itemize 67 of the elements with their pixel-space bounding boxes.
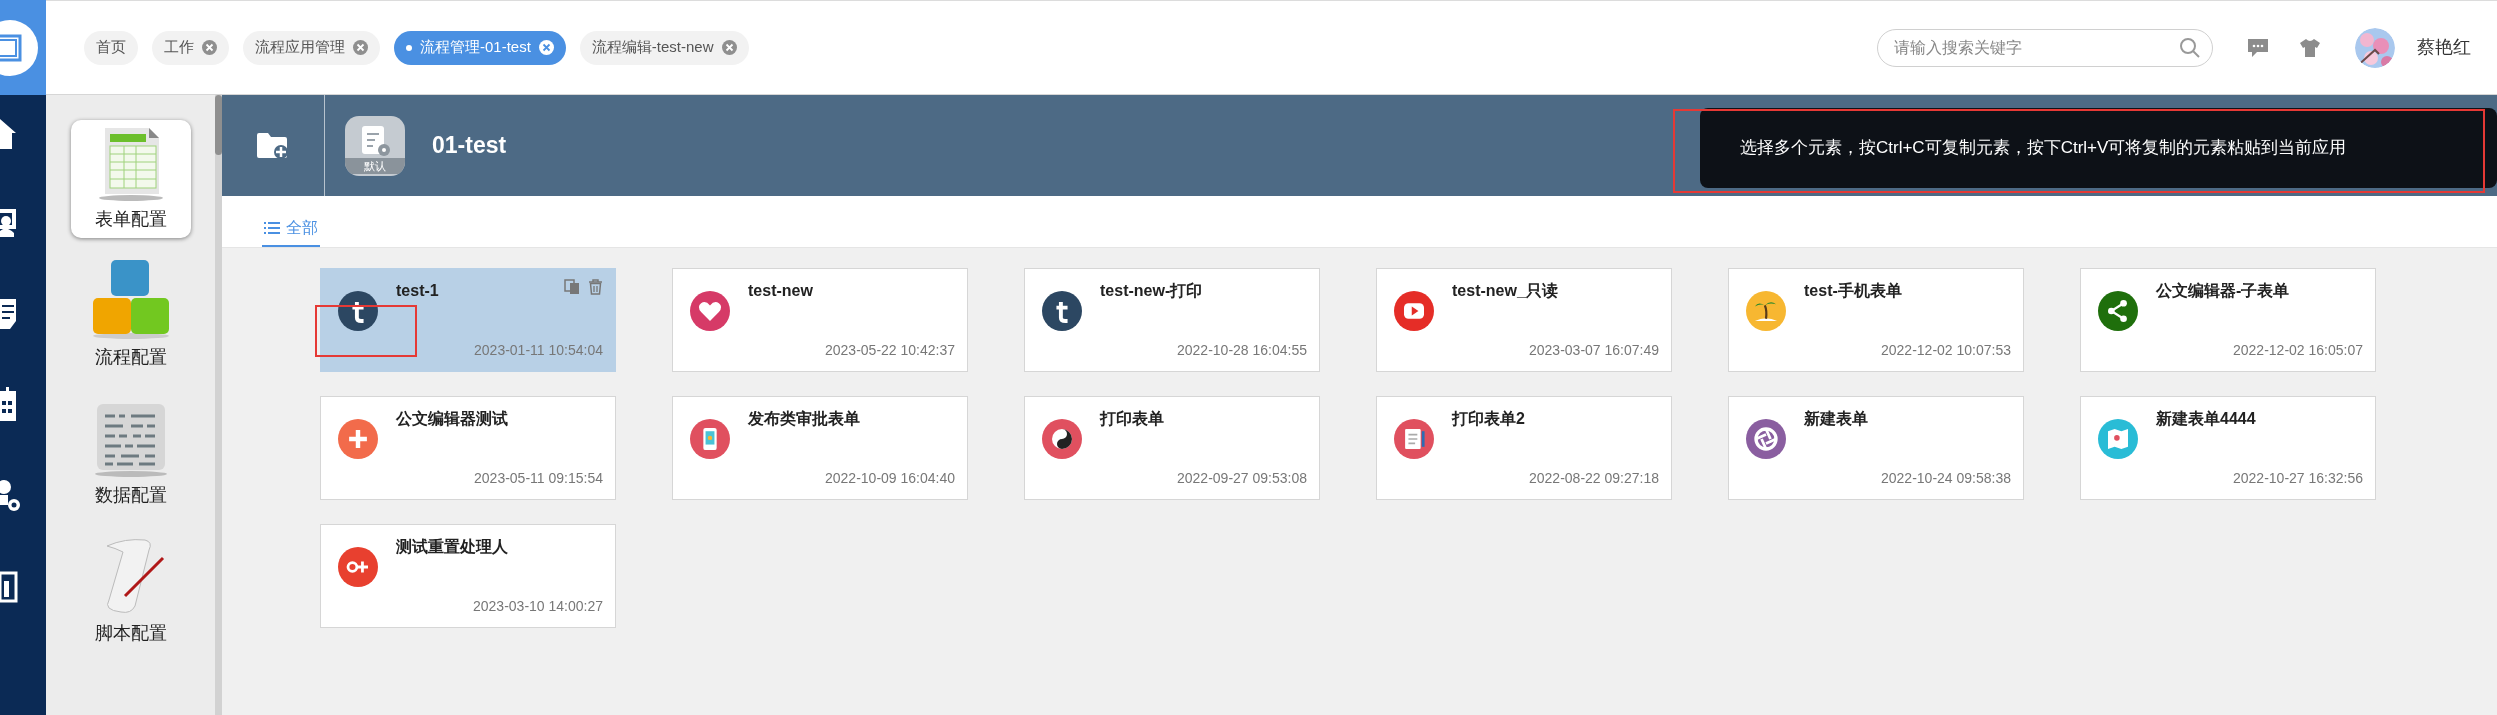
sidebar-item[interactable]: 脚本配置	[70, 534, 191, 652]
card-time: 2022-10-09 16:04:40	[825, 469, 955, 488]
card-time: 2022-10-28 16:04:55	[1177, 341, 1307, 360]
card-time: 2023-01-11 10:54:04	[474, 341, 603, 360]
card-title: 打印表单2	[1452, 409, 1525, 429]
chat-icon[interactable]	[2247, 37, 2269, 58]
form-card[interactable]: 打印表单2 2022-08-22 09:27:18	[1376, 396, 1672, 500]
form-card[interactable]: test-new_只读 2023-03-07 16:07:49	[1376, 268, 1672, 372]
card-title: test-new_只读	[1452, 281, 1558, 301]
page-tab[interactable]: 流程编辑-test-new	[579, 30, 749, 65]
form-card[interactable]: 公文编辑器-子表单 2022-12-02 16:05:07	[2080, 268, 2376, 372]
card-time: 2022-10-27 16:32:56	[2233, 469, 2363, 488]
sidebar-item[interactable]: 数据配置	[70, 396, 191, 514]
card-time: 2022-09-27 09:53:08	[1177, 469, 1307, 488]
form-card[interactable]: 发布类审批表单 2022-10-09 16:04:40	[672, 396, 968, 500]
card-title: 测试重置处理人	[396, 537, 508, 557]
card-title: test-手机表单	[1804, 281, 1902, 301]
close-icon[interactable]	[721, 40, 737, 55]
user-settings-icon[interactable]	[0, 479, 22, 513]
form-card[interactable]: test-new 2023-05-22 10:42:37	[672, 268, 968, 372]
page-tab[interactable]: 工作	[152, 30, 229, 65]
window-icon[interactable]	[0, 571, 20, 603]
form-card[interactable]: 新建表单4444 2022-10-27 16:32:56	[2080, 396, 2376, 500]
trash-icon[interactable]	[588, 279, 603, 295]
form-card[interactable]: 公文编辑器测试 2023-05-11 09:15:54	[320, 396, 616, 500]
search-icon[interactable]	[2179, 36, 2201, 59]
card-time: 2022-10-24 09:58:38	[1881, 469, 2011, 488]
blocks-icon	[90, 258, 171, 340]
default-label: 默认	[345, 157, 405, 174]
add-folder-icon[interactable]	[257, 131, 289, 160]
sidebar-item[interactable]: 表单配置	[70, 120, 191, 238]
list-icon	[264, 221, 280, 235]
form-card[interactable]: test-new-打印 2022-10-28 16:04:55	[1024, 268, 1320, 372]
app-title: 01-test	[432, 131, 507, 161]
card-title: test-new	[748, 281, 813, 301]
card-time: 2023-05-22 10:42:37	[825, 341, 955, 360]
card-time: 2022-12-02 10:07:53	[1881, 341, 2011, 360]
form-card[interactable]: 测试重置处理人 2023-03-10 14:00:27	[320, 524, 616, 628]
close-icon[interactable]	[202, 40, 217, 55]
card-title: test-new-打印	[1100, 281, 1203, 301]
copy-icon[interactable]	[564, 279, 580, 295]
form-card[interactable]: 打印表单 2022-09-27 09:53:08	[1024, 396, 1320, 500]
form-card[interactable]: 新建表单 2022-10-24 09:58:38	[1728, 396, 2024, 500]
card-title: 公文编辑器-子表单	[2156, 281, 2290, 301]
form-card[interactable]: test-手机表单 2022-12-02 10:07:53	[1728, 268, 2024, 372]
scrollbar-thumb[interactable]	[215, 95, 222, 155]
card-time: 2023-03-10 14:00:27	[473, 597, 603, 616]
card-time: 2022-08-22 09:27:18	[1529, 469, 1659, 488]
card-time: 2023-05-11 09:15:54	[474, 469, 603, 488]
close-icon[interactable]	[353, 40, 368, 55]
page-tab[interactable]: 流程应用管理	[243, 30, 380, 65]
sidebar-item[interactable]: 流程配置	[70, 258, 191, 376]
card-time: 2023-03-07 16:07:49	[1529, 341, 1659, 360]
card-title: 新建表单	[1804, 409, 1868, 429]
page-tab[interactable]: 首页	[84, 30, 138, 65]
card-time: 2022-12-02 16:05:07	[2233, 341, 2363, 360]
user-name[interactable]: 蔡艳红	[2417, 34, 2471, 61]
card-title: test-1	[396, 281, 439, 301]
close-icon[interactable]	[538, 40, 554, 55]
card-title: 公文编辑器测试	[396, 409, 508, 429]
card-title: 发布类审批表单	[748, 409, 860, 429]
card-title: 打印表单	[1100, 409, 1164, 429]
search-field[interactable]: 请输入搜索关键字	[1877, 28, 2213, 67]
app-logo-icon[interactable]	[0, 19, 40, 76]
tooltip-text: 选择多个元素，按Ctrl+C可复制元素，按下Ctrl+V可将复制的元素粘贴到当前应用	[1740, 137, 2347, 160]
card-title: 新建表单4444	[2156, 409, 2256, 429]
shirt-icon[interactable]	[2299, 37, 2321, 58]
